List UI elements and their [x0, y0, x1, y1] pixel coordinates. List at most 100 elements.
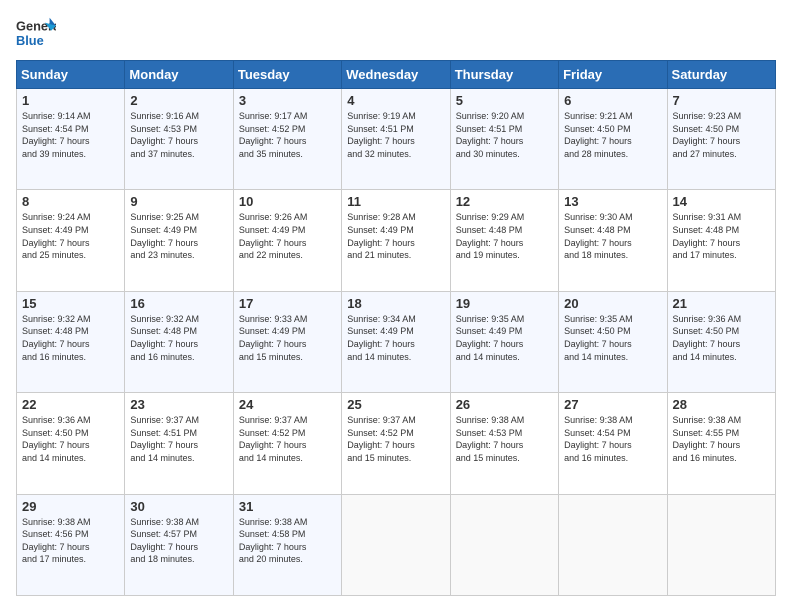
day-number: 25 — [347, 397, 444, 412]
page: General Blue SundayMondayTuesdayWednesda… — [0, 0, 792, 612]
cell-sun-info: Sunrise: 9:38 AMSunset: 4:53 PMDaylight:… — [456, 415, 525, 463]
calendar-week-row: 15 Sunrise: 9:32 AMSunset: 4:48 PMDayligh… — [17, 291, 776, 392]
day-header-tuesday: Tuesday — [233, 61, 341, 89]
cell-sun-info: Sunrise: 9:20 AMSunset: 4:51 PMDaylight:… — [456, 111, 525, 159]
calendar-week-row: 1 Sunrise: 9:14 AMSunset: 4:54 PMDaylight… — [17, 89, 776, 190]
day-number: 19 — [456, 296, 553, 311]
day-number: 1 — [22, 93, 119, 108]
cell-sun-info: Sunrise: 9:35 AMSunset: 4:50 PMDaylight:… — [564, 314, 633, 362]
cell-sun-info: Sunrise: 9:30 AMSunset: 4:48 PMDaylight:… — [564, 212, 633, 260]
cell-sun-info: Sunrise: 9:36 AMSunset: 4:50 PMDaylight:… — [673, 314, 742, 362]
calendar-cell: 18 Sunrise: 9:34 AMSunset: 4:49 PMDayligh… — [342, 291, 450, 392]
day-number: 22 — [22, 397, 119, 412]
day-number: 6 — [564, 93, 661, 108]
day-number: 17 — [239, 296, 336, 311]
calendar-cell — [559, 494, 667, 595]
day-number: 18 — [347, 296, 444, 311]
cell-sun-info: Sunrise: 9:36 AMSunset: 4:50 PMDaylight:… — [22, 415, 91, 463]
day-number: 26 — [456, 397, 553, 412]
cell-sun-info: Sunrise: 9:29 AMSunset: 4:48 PMDaylight:… — [456, 212, 525, 260]
day-header-sunday: Sunday — [17, 61, 125, 89]
calendar-cell: 2Sunrise: 9:16 AMSunset: 4:53 PMDaylight… — [125, 89, 233, 190]
cell-sun-info: Sunrise: 9:37 AMSunset: 4:52 PMDaylight:… — [347, 415, 416, 463]
svg-text:Blue: Blue — [16, 33, 44, 48]
day-number: 31 — [239, 499, 336, 514]
day-header-saturday: Saturday — [667, 61, 775, 89]
calendar-header-row: SundayMondayTuesdayWednesdayThursdayFrid… — [17, 61, 776, 89]
calendar-cell: 25 Sunrise: 9:37 AMSunset: 4:52 PMDayligh… — [342, 393, 450, 494]
calendar-cell — [450, 494, 558, 595]
calendar-cell: 8 Sunrise: 9:24 AMSunset: 4:49 PMDaylight… — [17, 190, 125, 291]
calendar-cell — [342, 494, 450, 595]
calendar-cell: 29Sunrise: 9:38 AMSunset: 4:56 PMDayligh… — [17, 494, 125, 595]
calendar-cell: 23Sunrise: 9:37 AMSunset: 4:51 PMDayligh… — [125, 393, 233, 494]
day-number: 14 — [673, 194, 770, 209]
calendar-cell: 17 Sunrise: 9:33 AMSunset: 4:49 PMDayligh… — [233, 291, 341, 392]
logo: General Blue — [16, 16, 60, 50]
day-number: 21 — [673, 296, 770, 311]
calendar-cell: 24 Sunrise: 9:37 AMSunset: 4:52 PMDayligh… — [233, 393, 341, 494]
day-number: 15 — [22, 296, 119, 311]
cell-sun-info: Sunrise: 9:14 AMSunset: 4:54 PMDaylight:… — [22, 111, 91, 159]
cell-sun-info: Sunrise: 9:28 AMSunset: 4:49 PMDaylight:… — [347, 212, 416, 260]
cell-sun-info: Sunrise: 9:31 AMSunset: 4:48 PMDaylight:… — [673, 212, 742, 260]
calendar-cell: 20 Sunrise: 9:35 AMSunset: 4:50 PMDayligh… — [559, 291, 667, 392]
day-number: 28 — [673, 397, 770, 412]
calendar-table: SundayMondayTuesdayWednesdayThursdayFrid… — [16, 60, 776, 596]
calendar-week-row: 22 Sunrise: 9:36 AMSunset: 4:50 PMDayligh… — [17, 393, 776, 494]
cell-sun-info: Sunrise: 9:17 AMSunset: 4:52 PMDaylight:… — [239, 111, 308, 159]
header: General Blue — [16, 16, 776, 50]
calendar-cell: 27 Sunrise: 9:38 AMSunset: 4:54 PMDayligh… — [559, 393, 667, 494]
cell-sun-info: Sunrise: 9:32 AMSunset: 4:48 PMDaylight:… — [130, 314, 199, 362]
cell-sun-info: Sunrise: 9:19 AMSunset: 4:51 PMDaylight:… — [347, 111, 416, 159]
calendar-cell: 31 Sunrise: 9:38 AMSunset: 4:58 PMDayligh… — [233, 494, 341, 595]
calendar-cell: 6 Sunrise: 9:21 AMSunset: 4:50 PMDaylight… — [559, 89, 667, 190]
calendar-cell: 12 Sunrise: 9:29 AMSunset: 4:48 PMDayligh… — [450, 190, 558, 291]
calendar-cell: 7Sunrise: 9:23 AMSunset: 4:50 PMDaylight… — [667, 89, 775, 190]
calendar-cell: 11Sunrise: 9:28 AMSunset: 4:49 PMDayligh… — [342, 190, 450, 291]
cell-sun-info: Sunrise: 9:38 AMSunset: 4:54 PMDaylight:… — [564, 415, 633, 463]
day-number: 12 — [456, 194, 553, 209]
day-number: 10 — [239, 194, 336, 209]
cell-sun-info: Sunrise: 9:25 AMSunset: 4:49 PMDaylight:… — [130, 212, 199, 260]
day-number: 29 — [22, 499, 119, 514]
calendar-cell: 22 Sunrise: 9:36 AMSunset: 4:50 PMDayligh… — [17, 393, 125, 494]
cell-sun-info: Sunrise: 9:35 AMSunset: 4:49 PMDaylight:… — [456, 314, 525, 362]
cell-sun-info: Sunrise: 9:37 AMSunset: 4:52 PMDaylight:… — [239, 415, 308, 463]
calendar-cell: 16 Sunrise: 9:32 AMSunset: 4:48 PMDayligh… — [125, 291, 233, 392]
calendar-cell: 21 Sunrise: 9:36 AMSunset: 4:50 PMDayligh… — [667, 291, 775, 392]
day-header-monday: Monday — [125, 61, 233, 89]
day-number: 4 — [347, 93, 444, 108]
cell-sun-info: Sunrise: 9:33 AMSunset: 4:49 PMDaylight:… — [239, 314, 308, 362]
cell-sun-info: Sunrise: 9:26 AMSunset: 4:49 PMDaylight:… — [239, 212, 308, 260]
day-number: 20 — [564, 296, 661, 311]
calendar-cell: 28 Sunrise: 9:38 AMSunset: 4:55 PMDayligh… — [667, 393, 775, 494]
day-number: 2 — [130, 93, 227, 108]
cell-sun-info: Sunrise: 9:23 AMSunset: 4:50 PMDaylight:… — [673, 111, 742, 159]
calendar-cell: 14 Sunrise: 9:31 AMSunset: 4:48 PMDayligh… — [667, 190, 775, 291]
calendar-cell: 1 Sunrise: 9:14 AMSunset: 4:54 PMDaylight… — [17, 89, 125, 190]
calendar-week-row: 8 Sunrise: 9:24 AMSunset: 4:49 PMDaylight… — [17, 190, 776, 291]
cell-sun-info: Sunrise: 9:38 AMSunset: 4:58 PMDaylight:… — [239, 517, 308, 565]
cell-sun-info: Sunrise: 9:34 AMSunset: 4:49 PMDaylight:… — [347, 314, 416, 362]
cell-sun-info: Sunrise: 9:32 AMSunset: 4:48 PMDaylight:… — [22, 314, 91, 362]
calendar-cell: 13Sunrise: 9:30 AMSunset: 4:48 PMDayligh… — [559, 190, 667, 291]
cell-sun-info: Sunrise: 9:38 AMSunset: 4:57 PMDaylight:… — [130, 517, 199, 565]
day-number: 9 — [130, 194, 227, 209]
calendar-week-row: 29Sunrise: 9:38 AMSunset: 4:56 PMDayligh… — [17, 494, 776, 595]
cell-sun-info: Sunrise: 9:24 AMSunset: 4:49 PMDaylight:… — [22, 212, 91, 260]
calendar-cell: 5 Sunrise: 9:20 AMSunset: 4:51 PMDaylight… — [450, 89, 558, 190]
logo-icon: General Blue — [16, 16, 56, 50]
calendar-cell: 10 Sunrise: 9:26 AMSunset: 4:49 PMDayligh… — [233, 190, 341, 291]
day-number: 8 — [22, 194, 119, 209]
day-number: 27 — [564, 397, 661, 412]
cell-sun-info: Sunrise: 9:21 AMSunset: 4:50 PMDaylight:… — [564, 111, 633, 159]
day-number: 16 — [130, 296, 227, 311]
calendar-cell: 30Sunrise: 9:38 AMSunset: 4:57 PMDayligh… — [125, 494, 233, 595]
calendar-cell: 19 Sunrise: 9:35 AMSunset: 4:49 PMDayligh… — [450, 291, 558, 392]
cell-sun-info: Sunrise: 9:38 AMSunset: 4:55 PMDaylight:… — [673, 415, 742, 463]
day-number: 24 — [239, 397, 336, 412]
day-header-thursday: Thursday — [450, 61, 558, 89]
day-header-friday: Friday — [559, 61, 667, 89]
day-number: 5 — [456, 93, 553, 108]
